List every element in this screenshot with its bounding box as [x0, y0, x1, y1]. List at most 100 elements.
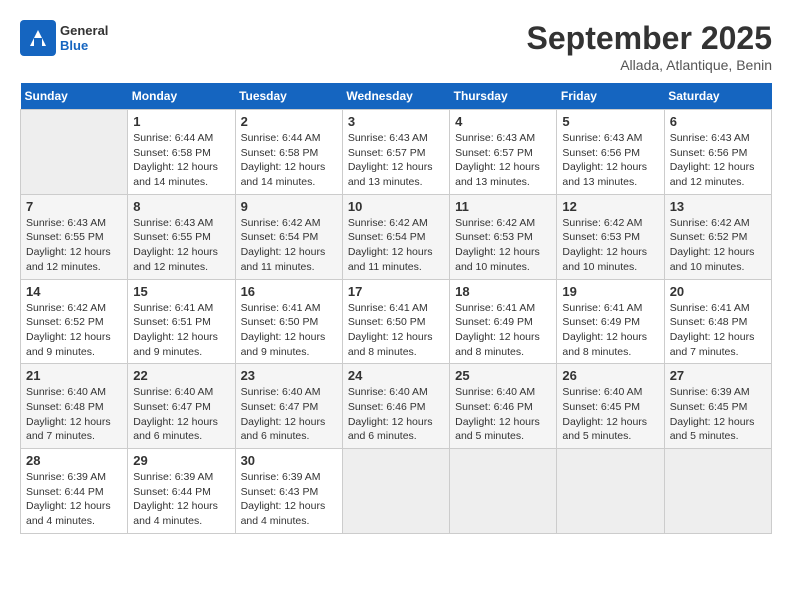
day-info: Sunrise: 6:43 AM Sunset: 6:56 PM Dayligh…	[562, 131, 658, 190]
day-cell: 5 Sunrise: 6:43 AM Sunset: 6:56 PM Dayli…	[557, 110, 664, 195]
header-day-tuesday: Tuesday	[235, 83, 342, 110]
day-info: Sunrise: 6:40 AM Sunset: 6:47 PM Dayligh…	[133, 385, 229, 444]
header-day-thursday: Thursday	[450, 83, 557, 110]
day-cell: 7 Sunrise: 6:43 AM Sunset: 6:55 PM Dayli…	[21, 194, 128, 279]
week-row-5: 28 Sunrise: 6:39 AM Sunset: 6:44 PM Dayl…	[21, 449, 772, 534]
header-day-sunday: Sunday	[21, 83, 128, 110]
day-number: 22	[133, 368, 229, 383]
day-info: Sunrise: 6:41 AM Sunset: 6:51 PM Dayligh…	[133, 301, 229, 360]
day-number: 25	[455, 368, 551, 383]
location-subtitle: Allada, Atlantique, Benin	[527, 57, 772, 73]
day-number: 16	[241, 284, 337, 299]
week-row-1: 1 Sunrise: 6:44 AM Sunset: 6:58 PM Dayli…	[21, 110, 772, 195]
day-number: 24	[348, 368, 444, 383]
day-info: Sunrise: 6:40 AM Sunset: 6:47 PM Dayligh…	[241, 385, 337, 444]
day-number: 5	[562, 114, 658, 129]
week-row-4: 21 Sunrise: 6:40 AM Sunset: 6:48 PM Dayl…	[21, 364, 772, 449]
day-cell: 16 Sunrise: 6:41 AM Sunset: 6:50 PM Dayl…	[235, 279, 342, 364]
day-cell: 8 Sunrise: 6:43 AM Sunset: 6:55 PM Dayli…	[128, 194, 235, 279]
header-row: SundayMondayTuesdayWednesdayThursdayFrid…	[21, 83, 772, 110]
day-cell: 14 Sunrise: 6:42 AM Sunset: 6:52 PM Dayl…	[21, 279, 128, 364]
calendar-header: SundayMondayTuesdayWednesdayThursdayFrid…	[21, 83, 772, 110]
day-number: 10	[348, 199, 444, 214]
week-row-3: 14 Sunrise: 6:42 AM Sunset: 6:52 PM Dayl…	[21, 279, 772, 364]
title-block: September 2025 Allada, Atlantique, Benin	[527, 20, 772, 73]
day-number: 9	[241, 199, 337, 214]
day-cell: 30 Sunrise: 6:39 AM Sunset: 6:43 PM Dayl…	[235, 449, 342, 534]
day-cell: 6 Sunrise: 6:43 AM Sunset: 6:56 PM Dayli…	[664, 110, 771, 195]
day-cell	[342, 449, 449, 534]
header-day-friday: Friday	[557, 83, 664, 110]
day-number: 17	[348, 284, 444, 299]
day-cell: 4 Sunrise: 6:43 AM Sunset: 6:57 PM Dayli…	[450, 110, 557, 195]
day-info: Sunrise: 6:42 AM Sunset: 6:54 PM Dayligh…	[241, 216, 337, 275]
day-number: 29	[133, 453, 229, 468]
day-cell: 15 Sunrise: 6:41 AM Sunset: 6:51 PM Dayl…	[128, 279, 235, 364]
day-number: 13	[670, 199, 766, 214]
day-cell: 28 Sunrise: 6:39 AM Sunset: 6:44 PM Dayl…	[21, 449, 128, 534]
page-header: General Blue September 2025 Allada, Atla…	[20, 20, 772, 73]
day-cell: 10 Sunrise: 6:42 AM Sunset: 6:54 PM Dayl…	[342, 194, 449, 279]
day-info: Sunrise: 6:39 AM Sunset: 6:44 PM Dayligh…	[133, 470, 229, 529]
header-day-saturday: Saturday	[664, 83, 771, 110]
day-info: Sunrise: 6:40 AM Sunset: 6:46 PM Dayligh…	[348, 385, 444, 444]
day-cell	[450, 449, 557, 534]
day-info: Sunrise: 6:43 AM Sunset: 6:55 PM Dayligh…	[26, 216, 122, 275]
day-cell: 22 Sunrise: 6:40 AM Sunset: 6:47 PM Dayl…	[128, 364, 235, 449]
day-number: 23	[241, 368, 337, 383]
day-info: Sunrise: 6:41 AM Sunset: 6:49 PM Dayligh…	[562, 301, 658, 360]
day-info: Sunrise: 6:41 AM Sunset: 6:50 PM Dayligh…	[241, 301, 337, 360]
calendar-table: SundayMondayTuesdayWednesdayThursdayFrid…	[20, 83, 772, 534]
day-cell	[557, 449, 664, 534]
day-cell: 3 Sunrise: 6:43 AM Sunset: 6:57 PM Dayli…	[342, 110, 449, 195]
day-cell	[664, 449, 771, 534]
header-day-monday: Monday	[128, 83, 235, 110]
day-info: Sunrise: 6:43 AM Sunset: 6:55 PM Dayligh…	[133, 216, 229, 275]
week-row-2: 7 Sunrise: 6:43 AM Sunset: 6:55 PM Dayli…	[21, 194, 772, 279]
day-cell	[21, 110, 128, 195]
day-info: Sunrise: 6:39 AM Sunset: 6:43 PM Dayligh…	[241, 470, 337, 529]
day-number: 26	[562, 368, 658, 383]
day-cell: 9 Sunrise: 6:42 AM Sunset: 6:54 PM Dayli…	[235, 194, 342, 279]
day-cell: 26 Sunrise: 6:40 AM Sunset: 6:45 PM Dayl…	[557, 364, 664, 449]
day-cell: 2 Sunrise: 6:44 AM Sunset: 6:58 PM Dayli…	[235, 110, 342, 195]
day-info: Sunrise: 6:43 AM Sunset: 6:57 PM Dayligh…	[455, 131, 551, 190]
day-number: 27	[670, 368, 766, 383]
day-info: Sunrise: 6:42 AM Sunset: 6:53 PM Dayligh…	[562, 216, 658, 275]
day-number: 1	[133, 114, 229, 129]
day-cell: 17 Sunrise: 6:41 AM Sunset: 6:50 PM Dayl…	[342, 279, 449, 364]
day-cell: 23 Sunrise: 6:40 AM Sunset: 6:47 PM Dayl…	[235, 364, 342, 449]
day-cell: 1 Sunrise: 6:44 AM Sunset: 6:58 PM Dayli…	[128, 110, 235, 195]
day-number: 15	[133, 284, 229, 299]
day-cell: 20 Sunrise: 6:41 AM Sunset: 6:48 PM Dayl…	[664, 279, 771, 364]
day-info: Sunrise: 6:42 AM Sunset: 6:53 PM Dayligh…	[455, 216, 551, 275]
day-number: 6	[670, 114, 766, 129]
day-info: Sunrise: 6:39 AM Sunset: 6:45 PM Dayligh…	[670, 385, 766, 444]
day-info: Sunrise: 6:43 AM Sunset: 6:57 PM Dayligh…	[348, 131, 444, 190]
month-title: September 2025	[527, 20, 772, 57]
day-info: Sunrise: 6:43 AM Sunset: 6:56 PM Dayligh…	[670, 131, 766, 190]
day-info: Sunrise: 6:40 AM Sunset: 6:48 PM Dayligh…	[26, 385, 122, 444]
day-info: Sunrise: 6:44 AM Sunset: 6:58 PM Dayligh…	[241, 131, 337, 190]
day-number: 14	[26, 284, 122, 299]
day-info: Sunrise: 6:40 AM Sunset: 6:46 PM Dayligh…	[455, 385, 551, 444]
day-cell: 11 Sunrise: 6:42 AM Sunset: 6:53 PM Dayl…	[450, 194, 557, 279]
day-number: 20	[670, 284, 766, 299]
calendar-body: 1 Sunrise: 6:44 AM Sunset: 6:58 PM Dayli…	[21, 110, 772, 534]
day-number: 12	[562, 199, 658, 214]
day-cell: 12 Sunrise: 6:42 AM Sunset: 6:53 PM Dayl…	[557, 194, 664, 279]
day-number: 4	[455, 114, 551, 129]
day-number: 7	[26, 199, 122, 214]
day-number: 21	[26, 368, 122, 383]
day-number: 19	[562, 284, 658, 299]
logo: General Blue	[20, 20, 108, 56]
day-cell: 18 Sunrise: 6:41 AM Sunset: 6:49 PM Dayl…	[450, 279, 557, 364]
day-info: Sunrise: 6:42 AM Sunset: 6:54 PM Dayligh…	[348, 216, 444, 275]
day-cell: 21 Sunrise: 6:40 AM Sunset: 6:48 PM Dayl…	[21, 364, 128, 449]
logo-icon	[20, 20, 56, 56]
day-cell: 13 Sunrise: 6:42 AM Sunset: 6:52 PM Dayl…	[664, 194, 771, 279]
day-cell: 25 Sunrise: 6:40 AM Sunset: 6:46 PM Dayl…	[450, 364, 557, 449]
day-info: Sunrise: 6:42 AM Sunset: 6:52 PM Dayligh…	[26, 301, 122, 360]
day-number: 11	[455, 199, 551, 214]
day-info: Sunrise: 6:42 AM Sunset: 6:52 PM Dayligh…	[670, 216, 766, 275]
